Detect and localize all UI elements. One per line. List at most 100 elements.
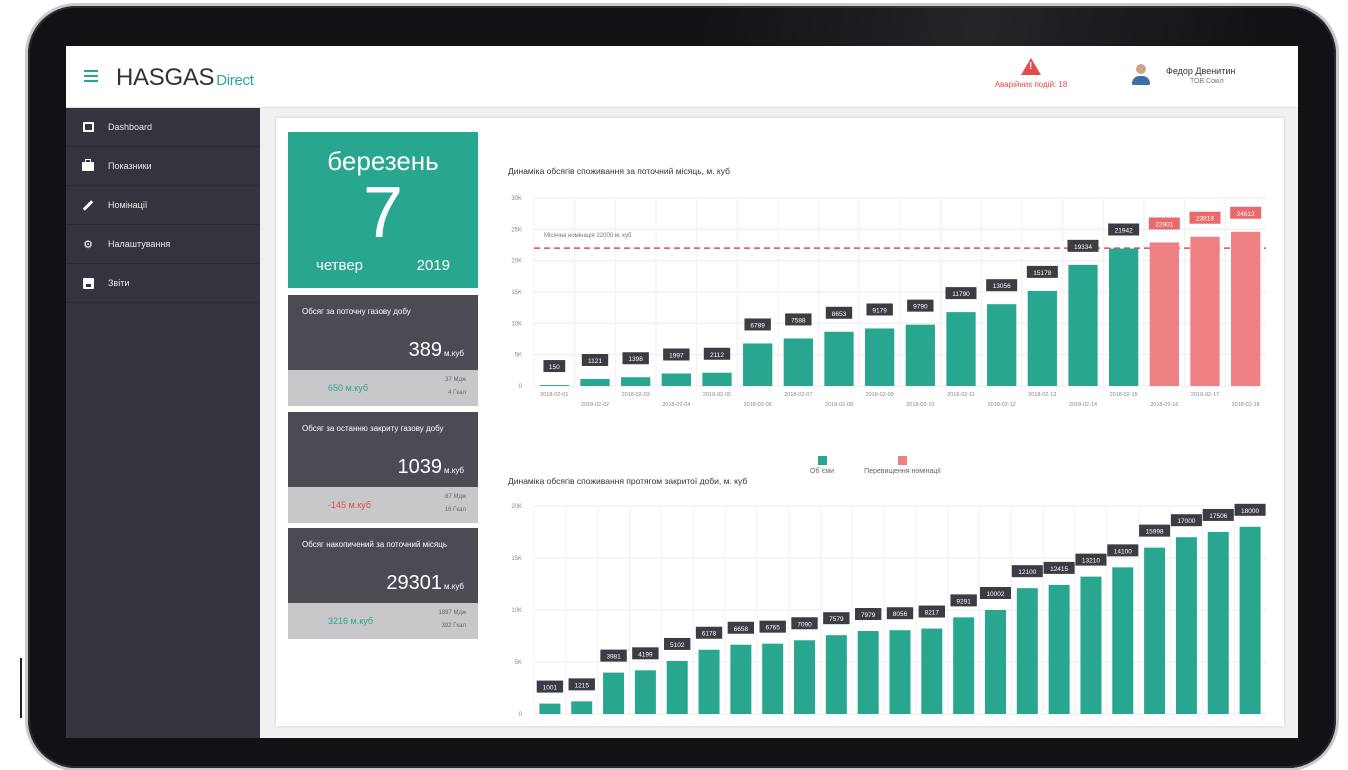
- stat-energy: 87 Мдж 16 Гкал: [444, 494, 466, 513]
- data-label: 8653: [832, 311, 847, 318]
- top-bar: HASGASDirect Аварійних подій: 18 Федор Д…: [66, 46, 1298, 108]
- bar: [783, 338, 813, 386]
- legend-item[interactable]: Об`єми: [810, 456, 834, 475]
- y-tick-label: 15K: [511, 290, 522, 296]
- bar: [825, 635, 847, 714]
- bar: [661, 373, 691, 386]
- x-tick-label: 2018-02-07: [784, 392, 812, 398]
- monthly-consumption-chart: 0 5K 10K 15K 20K 25K 30K Місячна номінація 2200…: [511, 196, 1266, 408]
- logo-main: HASGAS: [116, 64, 215, 91]
- bar: [621, 377, 651, 386]
- x-tick-label: 2018-02-12: [988, 402, 1016, 408]
- bar: [987, 304, 1017, 386]
- bar: [1190, 236, 1220, 386]
- stat-energy: 1897 Мдж 392 Гкал: [438, 610, 466, 629]
- bar: [946, 312, 976, 386]
- bar: [984, 609, 1006, 714]
- sidebar-item-label: Dashboard: [108, 122, 153, 132]
- bar: [905, 324, 935, 386]
- chart1-legend: Об`єми Перевищення номінації: [810, 456, 941, 475]
- data-label: 2112: [710, 352, 724, 359]
- stat-diff: 650 м.куб: [328, 383, 368, 393]
- data-label: 1215: [575, 682, 590, 689]
- data-label: 18000: [1241, 508, 1259, 515]
- bar: [1027, 290, 1057, 386]
- stat-card-month: Обсяг накопичений за поточний місяць 293…: [288, 528, 478, 639]
- screen: HASGASDirect Аварійних подій: 18 Федор Д…: [66, 46, 1298, 738]
- y-tick-label: 20K: [511, 504, 522, 510]
- sidebar-item-nominations[interactable]: Номінації: [66, 186, 260, 225]
- bar: [539, 385, 569, 386]
- legend-item[interactable]: Перевищення номінації: [864, 456, 941, 475]
- data-label: 17000: [1177, 518, 1195, 525]
- pencil-icon: [82, 199, 94, 211]
- stat-value: 29301 м.куб: [386, 572, 464, 594]
- bar: [603, 672, 625, 714]
- save-icon: [82, 277, 94, 289]
- data-label: 1121: [588, 358, 602, 365]
- chart2-title: Динаміка обсягів споживання протягом зак…: [508, 476, 748, 486]
- bar: [730, 644, 752, 714]
- gear-icon: ⚙: [83, 238, 93, 251]
- sidebar-item-label: Звіти: [108, 278, 130, 288]
- bar: [1112, 567, 1134, 714]
- sidebar-item-settings[interactable]: ⚙ Налаштування: [66, 225, 260, 264]
- data-label: 15998: [1146, 529, 1164, 536]
- alerts-indicator[interactable]: Аварійних подій: 18: [976, 58, 1086, 89]
- alert-text: Аварійних подій: 18: [994, 80, 1068, 89]
- bar: [539, 703, 561, 714]
- data-label: 6765: [765, 625, 780, 632]
- x-tick-label: 2018-02-13: [1028, 392, 1056, 398]
- stat-value: 1039 м.куб: [397, 456, 464, 478]
- bar: [1239, 526, 1261, 714]
- sidebar-item-label: Показники: [108, 161, 152, 171]
- y-tick-label: 25K: [511, 227, 522, 233]
- bar: [634, 670, 656, 714]
- x-tick-label: 2018-02-06: [744, 402, 772, 408]
- sidebar: Dashboard Показники Номінації ⚙ Налаштув…: [66, 108, 260, 738]
- data-label: 1398: [628, 356, 643, 363]
- data-label: 6789: [750, 322, 765, 329]
- data-label: 22901: [1155, 221, 1173, 228]
- legend-swatch: [817, 456, 827, 465]
- bar: [762, 643, 784, 714]
- data-label: 7090: [797, 621, 812, 628]
- bar: [580, 378, 610, 386]
- y-tick-label: 0: [519, 384, 523, 390]
- chart1-title: Динаміка обсягів споживання за поточний …: [508, 166, 730, 176]
- menu-icon[interactable]: [84, 70, 98, 82]
- bar: [1207, 531, 1229, 714]
- tablet-edge: [20, 658, 22, 718]
- x-tick-label: 2018-02-08: [825, 402, 853, 408]
- x-tick-label: 2018-02-16: [1150, 402, 1178, 408]
- sidebar-item-indicators[interactable]: Показники: [66, 147, 260, 186]
- x-tick-label: 2018-02-04: [662, 402, 690, 408]
- data-label: 10002: [986, 591, 1004, 598]
- data-label: 13210: [1082, 558, 1100, 565]
- x-tick-label: 2018-02-03: [622, 392, 650, 398]
- data-label: 19334: [1074, 244, 1092, 251]
- data-label: 21942: [1115, 227, 1133, 234]
- logo[interactable]: HASGAS Direct: [116, 64, 254, 92]
- data-label: 9790: [913, 304, 928, 311]
- bar: [794, 640, 816, 714]
- sidebar-item-reports[interactable]: Звіти: [66, 264, 260, 303]
- bar: [1149, 242, 1179, 386]
- date-day: 7: [362, 173, 404, 253]
- data-label: 12415: [1050, 566, 1068, 573]
- stat-value: 389 м.куб: [408, 339, 464, 361]
- bar: [1048, 584, 1070, 714]
- bar: [857, 631, 879, 714]
- bar: [889, 630, 911, 714]
- data-label: 3981: [606, 654, 621, 661]
- nomination-label: Місячна номінація 22000 м. куб: [544, 233, 632, 239]
- sidebar-item-dashboard[interactable]: Dashboard: [66, 108, 260, 147]
- stat-card-last-day: Обсяг за останню закриту газову добу 103…: [288, 412, 478, 523]
- date-card: березень 7 четвер 2019: [288, 132, 478, 288]
- bar: [1080, 576, 1102, 714]
- data-label: 7588: [791, 317, 806, 324]
- data-label: 13056: [993, 283, 1011, 290]
- x-tick-label: 2018-02-10: [906, 402, 934, 408]
- logo-sub: Direct: [216, 72, 254, 89]
- x-tick-label: 2018-02-14: [1069, 402, 1097, 408]
